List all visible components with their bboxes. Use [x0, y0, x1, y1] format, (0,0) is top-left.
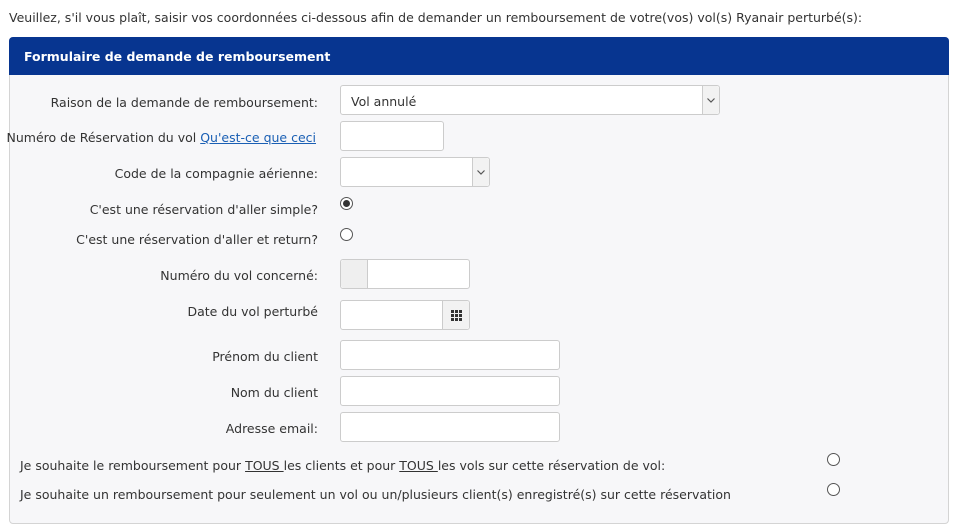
refund-partial-label: Je souhaite un remboursement pour seulem…	[20, 487, 731, 502]
whats-this-link[interactable]: Qu'est-ce que ceci	[200, 130, 316, 145]
chevron-down-icon	[472, 158, 489, 186]
refund-all-text-2: les clients et pour	[283, 458, 400, 473]
flight-date-input[interactable]	[340, 300, 470, 330]
one-way-label: C'est une réservation d'aller simple?	[89, 202, 318, 217]
one-way-radio[interactable]	[340, 197, 353, 210]
email-label: Adresse email:	[225, 421, 318, 436]
booking-label: Numéro de Réservation du vol Qu'est-ce q…	[7, 130, 316, 145]
reason-selected-value: Vol annulé	[351, 94, 417, 109]
chevron-down-icon	[702, 86, 719, 114]
return-label: C'est une réservation d'aller et return?	[76, 232, 318, 247]
flight-number-input[interactable]	[340, 259, 470, 289]
email-input[interactable]	[340, 412, 560, 442]
refund-all-tous-2: TOUS	[399, 458, 438, 473]
refund-all-text-3: les vols sur cette réservation de vol:	[437, 458, 666, 473]
reason-label: Raison de la demande de remboursement:	[50, 95, 318, 110]
last-name-input[interactable]	[340, 376, 560, 406]
refund-all-label: Je souhaite le remboursement pour TOUS l…	[20, 458, 665, 473]
intro-text: Veuillez, s'il vous plaît, saisir vos co…	[9, 10, 863, 25]
booking-number-input[interactable]	[340, 121, 444, 151]
airline-code-label: Code de la compagnie aérienne:	[114, 166, 318, 181]
return-radio[interactable]	[340, 228, 353, 241]
flight-date-label: Date du vol perturbé	[187, 304, 318, 319]
reason-select[interactable]: Vol annulé	[340, 85, 720, 115]
panel-title: Formulaire de demande de remboursement	[9, 37, 949, 75]
first-name-label: Prénom du client	[212, 349, 318, 364]
last-name-label: Nom du client	[230, 385, 318, 400]
airline-code-select[interactable]	[340, 157, 490, 187]
refund-form-panel: Formulaire de demande de remboursement R…	[7, 37, 949, 524]
calendar-grid-icon[interactable]	[442, 301, 469, 329]
flight-number-label: Numéro du vol concerné:	[160, 268, 318, 283]
first-name-input[interactable]	[340, 340, 560, 370]
refund-partial-radio[interactable]	[827, 483, 840, 496]
booking-label-text: Numéro de Réservation du vol	[6, 130, 197, 145]
refund-all-radio[interactable]	[827, 453, 840, 466]
refund-all-text-1: Je souhaite le remboursement pour	[20, 458, 246, 473]
flight-prefix	[341, 260, 368, 288]
refund-all-tous-1: TOUS	[245, 458, 284, 473]
